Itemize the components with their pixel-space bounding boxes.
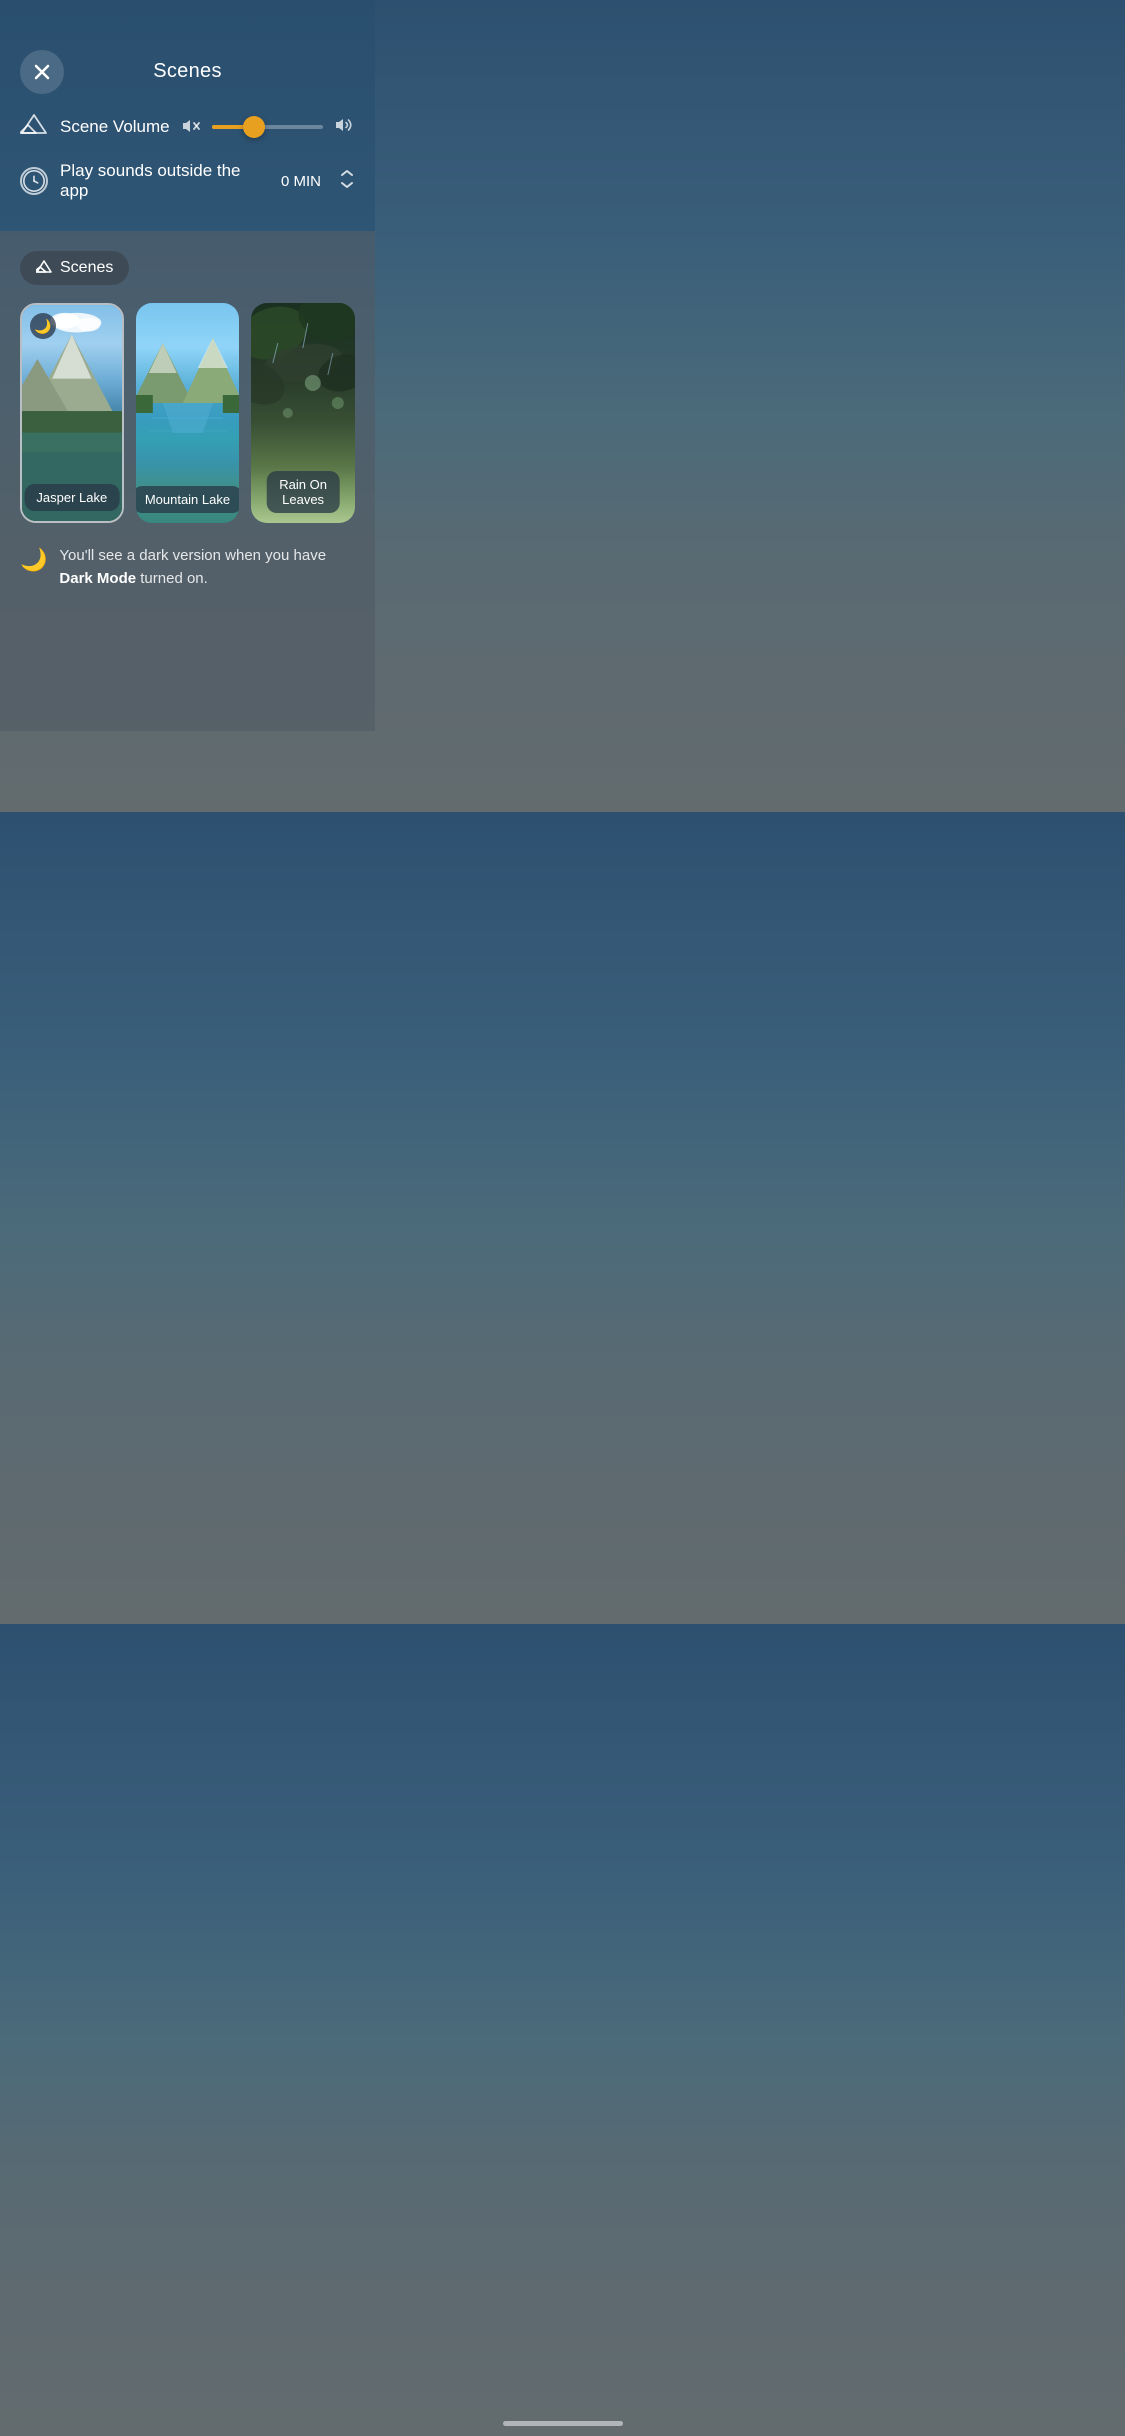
- timer-control-row[interactable]: Play sounds outside the app 0 MIN: [20, 161, 355, 201]
- scenes-tab[interactable]: Scenes: [20, 251, 129, 285]
- scenes-tab-icon: [36, 260, 52, 276]
- close-button[interactable]: [20, 50, 64, 94]
- scenes-tab-label: Scenes: [60, 259, 113, 277]
- dark-mode-badge: 🌙: [30, 313, 56, 339]
- dark-mode-description: You'll see a dark version when you have …: [59, 545, 345, 590]
- scene-card-mountain-lake[interactable]: Mountain Lake: [136, 303, 240, 523]
- timer-chevron-icon: [339, 169, 355, 194]
- dark-mode-note: 🌙 You'll see a dark version when you hav…: [20, 545, 355, 590]
- timer-value: 0 MIN: [281, 173, 321, 190]
- moon-icon: 🌙: [20, 547, 47, 573]
- rain-leaves-label: Rain OnLeaves: [267, 471, 340, 513]
- volume-up-icon: [335, 117, 355, 138]
- volume-control-row: Scene Volume: [20, 113, 355, 141]
- content-area: Scenes: [0, 231, 375, 731]
- timer-label: Play sounds outside the app: [60, 161, 269, 201]
- mute-icon[interactable]: [182, 119, 200, 136]
- scene-card-rain-on-leaves[interactable]: Rain OnLeaves: [251, 303, 355, 523]
- scenes-grid: 🌙 Jasper Lake: [20, 303, 355, 523]
- header-area: Scenes Scene Volume: [0, 0, 375, 231]
- close-icon: [34, 64, 50, 80]
- volume-label: Scene Volume: [60, 117, 170, 137]
- page-title: Scenes: [153, 60, 222, 83]
- clock-icon: [20, 167, 48, 195]
- jasper-lake-label: Jasper Lake: [24, 484, 119, 511]
- scene-card-jasper-lake[interactable]: 🌙 Jasper Lake: [20, 303, 124, 523]
- mountain-lake-label: Mountain Lake: [136, 486, 240, 513]
- home-indicator: [503, 2421, 623, 2426]
- scene-volume-icon: [20, 113, 48, 141]
- header-row: Scenes: [20, 60, 355, 83]
- volume-slider[interactable]: [212, 125, 323, 129]
